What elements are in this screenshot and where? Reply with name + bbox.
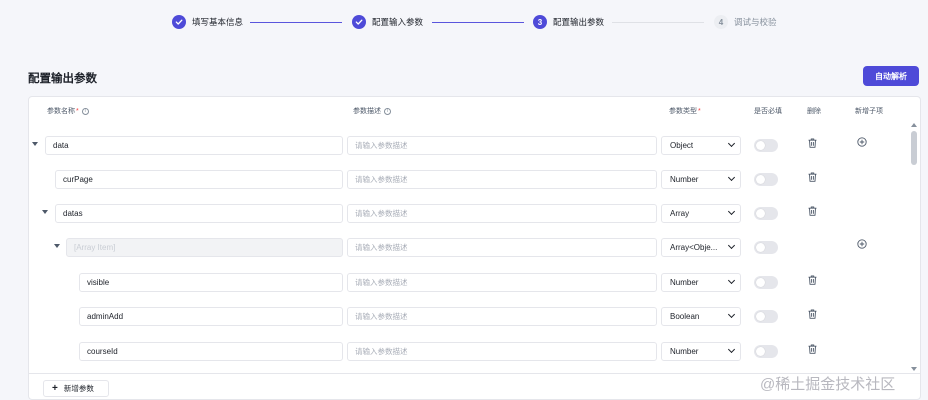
section-title: 配置输出参数: [28, 73, 97, 85]
collapse-caret-icon[interactable]: [42, 210, 48, 214]
required-toggle[interactable]: [754, 241, 778, 254]
step-connector: [432, 22, 524, 23]
required-toggle[interactable]: [754, 207, 778, 220]
trash-icon[interactable]: [808, 206, 817, 216]
step-label: 填写基本信息: [192, 17, 244, 27]
toggle-knob: [756, 278, 765, 287]
add-circle-icon[interactable]: [857, 239, 867, 249]
scroll-up-arrow-icon[interactable]: [911, 123, 917, 127]
watermark: @稀土掘金技术社区: [760, 376, 896, 393]
toggle-knob: [756, 209, 765, 218]
param-type-select[interactable]: Number: [661, 170, 741, 189]
table-row: visible 请输入参数描述 Number: [29, 273, 907, 293]
header-name: 参数名称 * i: [47, 106, 89, 116]
check-icon: [172, 15, 186, 29]
param-name-input[interactable]: visible: [79, 273, 343, 292]
trash-icon[interactable]: [808, 138, 817, 148]
add-circle-icon[interactable]: [857, 137, 867, 147]
step-number: 4: [714, 15, 728, 29]
param-name-input[interactable]: data: [45, 136, 343, 155]
array-item-name-input: [Array Item]: [66, 238, 343, 257]
table-row: adminAdd 请输入参数描述 Boolean: [29, 307, 907, 327]
table-row: [Array Item] 请输入参数描述 Array<Obje...: [29, 238, 907, 258]
auto-parse-button[interactable]: 自动解析: [863, 66, 919, 86]
param-type-select[interactable]: Array: [661, 204, 741, 223]
param-name-input[interactable]: datas: [55, 204, 343, 223]
chevron-down-icon: [727, 310, 736, 319]
plus-icon: +: [52, 382, 58, 394]
required-star: *: [698, 107, 701, 115]
param-desc-input[interactable]: 请输入参数描述: [347, 204, 657, 223]
param-desc-input[interactable]: 请输入参数描述: [347, 238, 657, 257]
param-desc-input[interactable]: 请输入参数描述: [347, 136, 657, 155]
param-name-input[interactable]: adminAdd: [79, 307, 343, 326]
trash-icon[interactable]: [808, 172, 817, 182]
step-label: 配置输出参数: [553, 17, 605, 27]
required-toggle[interactable]: [754, 276, 778, 289]
step-connector: [250, 22, 342, 23]
param-type-select[interactable]: Boolean: [661, 307, 741, 326]
table-row: curPage 请输入参数描述 Number: [29, 170, 907, 190]
scrollbar-thumb[interactable]: [911, 131, 917, 165]
trash-icon[interactable]: [808, 275, 817, 285]
toggle-knob: [756, 347, 765, 356]
check-icon: [352, 15, 366, 29]
vertical-scrollbar[interactable]: [910, 123, 918, 371]
required-toggle[interactable]: [754, 310, 778, 323]
info-icon[interactable]: i: [81, 107, 89, 115]
toggle-knob: [756, 141, 765, 150]
header-desc: 参数描述 i: [353, 106, 391, 116]
toggle-knob: [756, 175, 765, 184]
param-desc-input[interactable]: 请输入参数描述: [347, 170, 657, 189]
trash-icon[interactable]: [808, 344, 817, 354]
trash-icon[interactable]: [808, 309, 817, 319]
step-label: 调试与校验: [734, 17, 777, 27]
chevron-down-icon: [727, 276, 736, 285]
param-desc-input[interactable]: 请输入参数描述: [347, 273, 657, 292]
param-type-select[interactable]: Number: [661, 273, 741, 292]
step-connector: [612, 22, 704, 23]
step-1[interactable]: 填写基本信息: [172, 14, 243, 30]
stepper: 填写基本信息 配置输入参数 3 配置输出参数 4 调试与校验: [0, 0, 928, 44]
step-number: 3: [533, 15, 547, 29]
table-row: data 请输入参数描述 Object: [29, 136, 907, 156]
table-row: datas 请输入参数描述 Array: [29, 204, 907, 224]
param-type-select[interactable]: Array<Obje...: [661, 238, 741, 257]
scroll-down-arrow-icon[interactable]: [911, 367, 917, 371]
required-toggle[interactable]: [754, 139, 778, 152]
param-desc-input[interactable]: 请输入参数描述: [347, 307, 657, 326]
add-param-button[interactable]: + 新增参数: [43, 380, 109, 397]
header-required: 是否必填: [754, 108, 782, 115]
chevron-down-icon: [727, 139, 736, 148]
required-toggle[interactable]: [754, 173, 778, 186]
step-4[interactable]: 4 调试与校验: [714, 14, 777, 30]
info-icon[interactable]: i: [384, 107, 391, 115]
collapse-caret-icon[interactable]: [32, 142, 38, 146]
param-name-input[interactable]: curPage: [55, 170, 343, 189]
param-desc-input[interactable]: 请输入参数描述: [347, 342, 657, 361]
chevron-down-icon: [727, 241, 736, 250]
step-2[interactable]: 配置输入参数: [352, 14, 423, 30]
toggle-knob: [756, 312, 765, 321]
required-star: *: [76, 107, 79, 115]
chevron-down-icon: [727, 173, 736, 182]
header-add-child: 新增子项: [855, 108, 883, 115]
chevron-down-icon: [727, 207, 736, 216]
output-params-table: 参数名称 * i 参数描述 i 参数类型 * 是否必填 删除 新增子项 data 请输入…: [28, 96, 921, 400]
chevron-down-icon: [727, 345, 736, 354]
param-name-input[interactable]: courseId: [79, 342, 343, 361]
header-type: 参数类型 *: [669, 107, 701, 116]
step-label: 配置输入参数: [372, 17, 424, 27]
required-toggle[interactable]: [754, 345, 778, 358]
header-delete: 删除: [807, 108, 821, 115]
step-3[interactable]: 3 配置输出参数: [533, 14, 604, 30]
table-row: courseId 请输入参数描述 Number: [29, 342, 907, 362]
toggle-knob: [756, 243, 765, 252]
param-type-select[interactable]: Number: [661, 342, 741, 361]
collapse-caret-icon[interactable]: [54, 244, 60, 248]
add-param-label: 新增参数: [63, 384, 94, 393]
param-type-select[interactable]: Object: [661, 136, 741, 155]
